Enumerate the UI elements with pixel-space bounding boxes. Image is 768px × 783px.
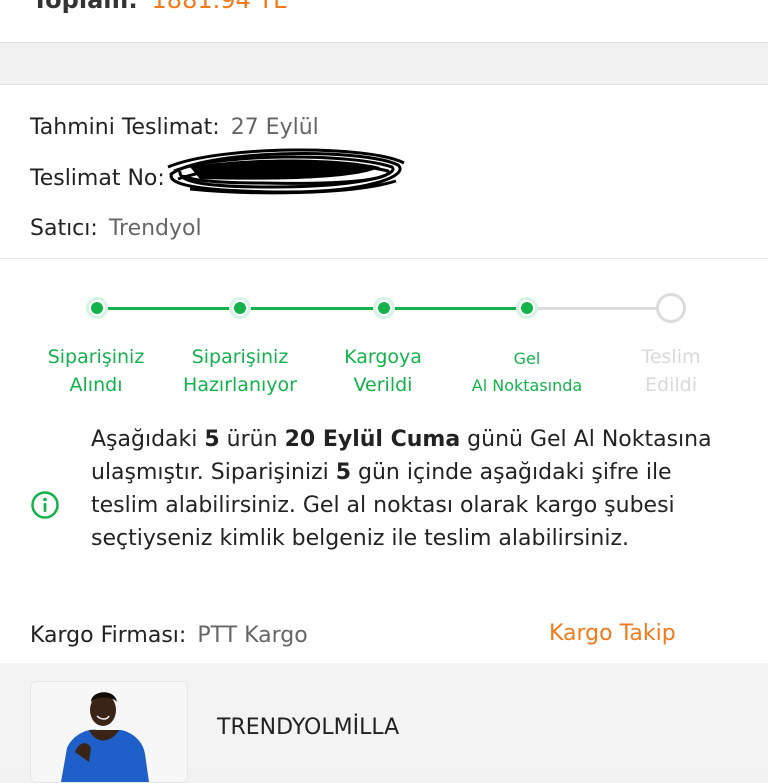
product-brand-name[interactable]: TRENDYOLMİLLA (217, 715, 399, 740)
seller-value: Trendyol (108, 216, 202, 241)
seller-label: Satıcı: (30, 216, 98, 241)
delivery-number-label: Teslimat No: (30, 166, 165, 191)
step-label-preparing: Siparişiniz Hazırlanıyor (183, 346, 297, 396)
order-total-card: Toplam: 1881.94 TL (0, 0, 768, 43)
delivery-number-row: Teslimat No: (30, 166, 165, 191)
progress-line-complete (97, 307, 527, 310)
pickup-notice-text: Aşağıdaki 5 ürün 20 Eylül Cuma günü Gel … (91, 427, 712, 551)
step-label-pickup-point: Gel Al Noktasında (471, 349, 583, 395)
section-divider (0, 258, 768, 259)
cargo-company-label: Kargo Firması: (30, 623, 187, 648)
estimated-delivery-label: Tahmini Teslimat: (30, 115, 220, 140)
step-label-shipped: Kargoya Verildi (344, 346, 422, 396)
step-dot-preparing (229, 297, 251, 319)
order-total-row: Toplam: 1881.94 TL (32, 0, 286, 14)
cargo-company-row: Kargo Firması: PTT Kargo (30, 623, 308, 648)
order-total-value: 1881.94 TL (151, 0, 287, 14)
estimated-delivery-value: 27 Eylül (230, 115, 319, 140)
info-circle-icon (31, 491, 59, 519)
progress-line-pending (527, 307, 671, 310)
product-section: TRENDYOLMİLLA (0, 663, 768, 783)
step-dot-pickup-point (516, 297, 538, 319)
redaction-scribble (167, 148, 405, 195)
cargo-tracking-link[interactable]: Kargo Takip (549, 621, 676, 646)
product-photo-illustration (31, 682, 187, 782)
cargo-company-value: PTT Kargo (197, 623, 308, 648)
step-label-delivered: Teslim Edildi (641, 346, 701, 396)
shipment-card: Tahmini Teslimat: 27 Eylül Teslimat No: … (0, 84, 768, 783)
step-dot-delivered (656, 293, 686, 323)
estimated-delivery-row: Tahmini Teslimat: 27 Eylül (30, 115, 319, 140)
seller-row: Satıcı: Trendyol (30, 216, 202, 241)
step-dot-received (86, 297, 108, 319)
order-total-label: Toplam: (32, 0, 138, 14)
step-dot-shipped (373, 297, 395, 319)
step-label-received: Siparişiniz Alındı (47, 346, 145, 396)
